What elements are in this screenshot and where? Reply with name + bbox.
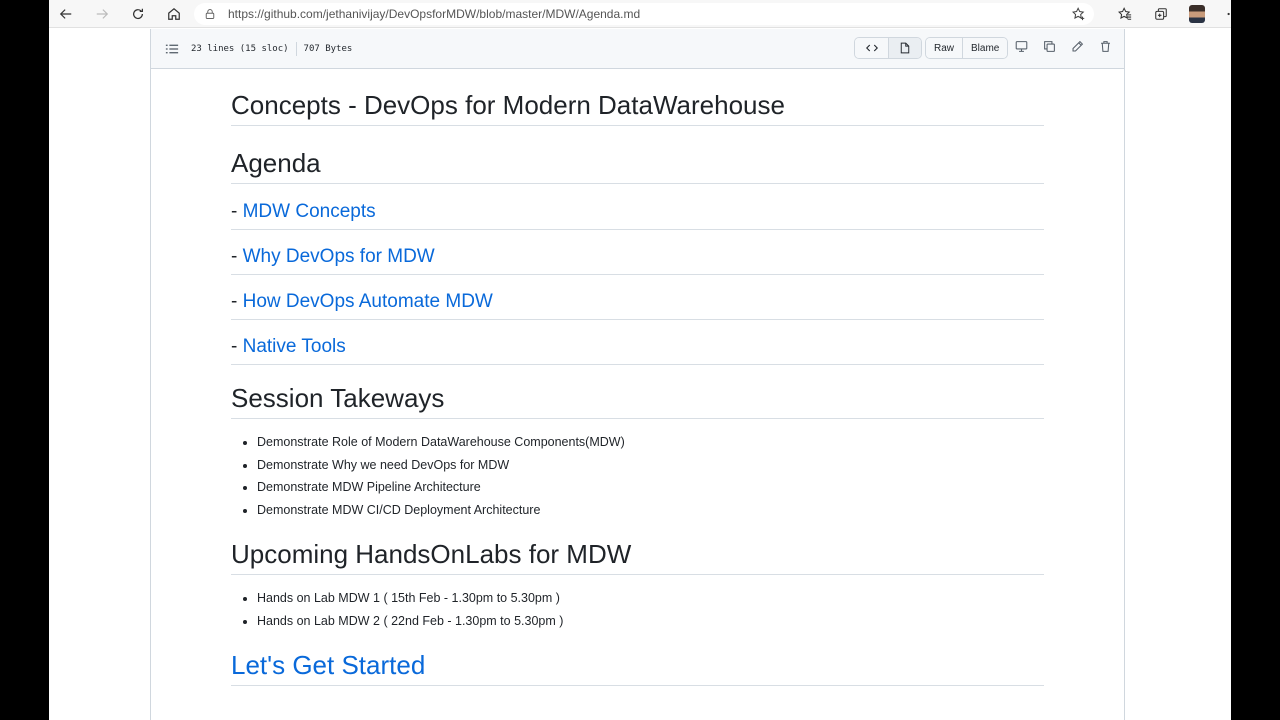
list-item: Demonstrate Why we need DevOps for MDW	[257, 454, 1044, 477]
address-bar[interactable]: https://github.com/jethanivijay/DevOpsfo…	[194, 3, 1094, 25]
pencil-icon	[1072, 40, 1084, 52]
labs-list: Hands on Lab MDW 1 ( 15th Feb - 1.30pm t…	[257, 587, 1044, 632]
divider	[295, 41, 297, 56]
list-item: Demonstrate MDW CI/CD Deployment Archite…	[257, 499, 1044, 522]
lock-icon	[205, 9, 215, 19]
code-icon	[865, 44, 878, 52]
markdown-body: Concepts - DevOps for Modern DataWarehou…	[231, 89, 1044, 686]
agenda-link-how-devops[interactable]: How DevOps Automate MDW	[243, 291, 493, 312]
line-count: 23 lines (15 sloc)	[191, 43, 289, 54]
more-horizontal-icon	[1227, 12, 1230, 16]
collections-button[interactable]	[1143, 0, 1179, 28]
file-actions: Raw Blame	[925, 37, 1009, 59]
get-started-link[interactable]: Let's Get Started	[231, 649, 1044, 686]
browser-window: https://github.com/jethanivijay/DevOpsfo…	[49, 0, 1231, 720]
url-text: https://github.com/jethanivijay/DevOpsfo…	[228, 7, 641, 21]
code-view-button[interactable]	[855, 38, 888, 58]
arrow-left-icon	[59, 8, 72, 19]
list-item: Hands on Lab MDW 2 ( 22nd Feb - 1.30pm t…	[257, 610, 1044, 633]
delete-button[interactable]	[1099, 40, 1114, 55]
takeaways-heading: Session Takeways	[231, 382, 1044, 419]
preview-view-button[interactable]	[888, 38, 921, 58]
list-item: Hands on Lab MDW 1 ( 15th Feb - 1.30pm t…	[257, 587, 1044, 610]
home-icon	[168, 7, 180, 20]
profile-button[interactable]	[1179, 0, 1215, 28]
file-header: 23 lines (15 sloc) 707 Bytes Raw Blame	[151, 29, 1124, 69]
favorites-button[interactable]	[1107, 0, 1143, 28]
agenda-item: - Native Tools	[231, 334, 1044, 365]
agenda-heading: Agenda	[231, 147, 1044, 184]
agenda-link-native-tools[interactable]: Native Tools	[243, 336, 346, 357]
trash-icon	[1101, 41, 1110, 52]
forward-button[interactable]	[88, 0, 116, 28]
agenda-link-mdw-concepts[interactable]: MDW Concepts	[243, 201, 376, 222]
favorites-icon	[1118, 7, 1132, 20]
add-favorite-icon[interactable]	[1072, 7, 1086, 21]
list-item: Demonstrate MDW Pipeline Architecture	[257, 476, 1044, 499]
get-started-anchor[interactable]: Let's Get Started	[231, 650, 425, 680]
edit-button[interactable]	[1071, 40, 1086, 55]
list-item: Demonstrate Role of Modern DataWarehouse…	[257, 431, 1044, 454]
refresh-button[interactable]	[124, 0, 152, 28]
agenda-dash: -	[231, 201, 243, 222]
avatar	[1189, 5, 1205, 23]
home-button[interactable]	[160, 0, 188, 28]
raw-button[interactable]: Raw	[926, 38, 963, 58]
blame-button[interactable]: Blame	[962, 38, 1008, 58]
desktop-button[interactable]	[1015, 40, 1030, 55]
copy-icon	[1044, 41, 1055, 52]
outline-list-icon[interactable]	[165, 42, 179, 56]
file-size: 707 Bytes	[303, 43, 353, 54]
back-button[interactable]	[52, 0, 80, 28]
agenda-dash: -	[231, 291, 243, 312]
copy-button[interactable]	[1043, 40, 1058, 55]
agenda-dash: -	[231, 246, 243, 267]
agenda-item: - MDW Concepts	[231, 199, 1044, 230]
desktop-icon	[1015, 41, 1028, 52]
browser-toolbar: https://github.com/jethanivijay/DevOpsfo…	[49, 0, 1231, 28]
agenda-dash: -	[231, 336, 243, 357]
file-viewer: 23 lines (15 sloc) 707 Bytes Raw Blame C…	[150, 29, 1125, 720]
arrow-right-icon	[96, 8, 109, 19]
view-toggle	[854, 37, 922, 59]
agenda-item: - How DevOps Automate MDW	[231, 289, 1044, 320]
agenda-link-why-devops[interactable]: Why DevOps for MDW	[243, 246, 435, 267]
takeaways-list: Demonstrate Role of Modern DataWarehouse…	[257, 431, 1044, 521]
refresh-icon	[133, 8, 143, 19]
agenda-item: - Why DevOps for MDW	[231, 244, 1044, 275]
page-title: Concepts - DevOps for Modern DataWarehou…	[231, 89, 1044, 126]
file-icon	[900, 42, 910, 54]
more-menu-button[interactable]	[1215, 0, 1231, 28]
collections-icon	[1155, 8, 1167, 20]
labs-heading: Upcoming HandsOnLabs for MDW	[231, 538, 1044, 575]
